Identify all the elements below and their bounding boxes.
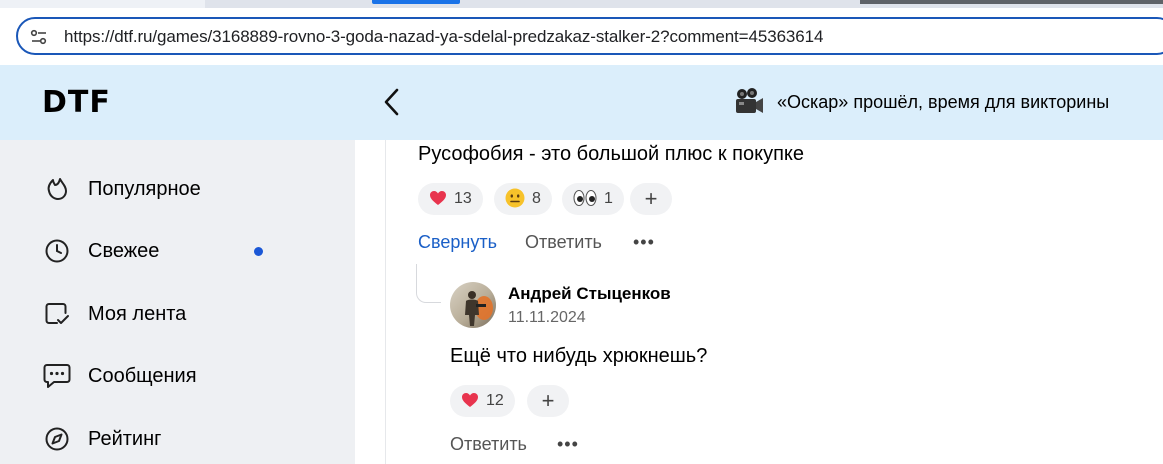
reaction-eyes[interactable]: 1 <box>562 183 624 215</box>
comment-text: Русофобия - это большой плюс к покупке <box>418 143 804 165</box>
browser-tab[interactable] <box>0 0 205 8</box>
thread-divider <box>385 140 386 464</box>
thread-connector <box>416 264 441 303</box>
feed-check-icon <box>42 299 72 329</box>
reaction-heart[interactable]: 12 <box>450 385 515 417</box>
reaction-count: 12 <box>486 392 504 409</box>
sidebar-item-label: Сообщения <box>88 364 197 387</box>
movie-camera-icon <box>733 86 765 118</box>
heart-icon <box>461 392 479 411</box>
promo-text: «Оскар» прошёл, время для викторины <box>777 91 1110 112</box>
reaction-count: 1 <box>604 190 613 207</box>
neutral-face-icon <box>505 188 525 211</box>
clock-icon <box>42 236 72 266</box>
chevron-left-icon <box>384 88 399 116</box>
sidebar-item-popular[interactable]: Популярное <box>42 171 201 207</box>
reaction-count: 13 <box>454 190 472 207</box>
browser-tab[interactable] <box>860 0 1163 4</box>
flame-icon <box>42 174 72 204</box>
address-bar[interactable]: https://dtf.ru/games/3168889-rovno-3-god… <box>16 17 1163 55</box>
browser-tab-strip <box>0 0 1163 8</box>
more-options-button[interactable]: ••• <box>557 434 579 455</box>
sidebar-item-rating[interactable]: Рейтинг <box>42 421 161 457</box>
sidebar-item-label: Рейтинг <box>88 427 162 450</box>
add-reaction-button[interactable]: + <box>527 385 569 417</box>
site-logo[interactable]: DTF <box>42 85 111 120</box>
active-tab-indicator <box>372 0 460 4</box>
address-url[interactable]: https://dtf.ru/games/3168889-rovno-3-god… <box>64 27 823 47</box>
reaction-count: 8 <box>532 190 541 207</box>
sidebar-item-label: Популярное <box>88 177 201 200</box>
eyes-icon <box>573 189 597 210</box>
new-content-dot <box>254 247 263 256</box>
heart-icon <box>429 190 447 209</box>
sidebar-item-messages[interactable]: Сообщения <box>42 358 197 394</box>
comment-date[interactable]: 11.11.2024 <box>508 309 586 327</box>
reply-button[interactable]: Ответить <box>450 434 527 455</box>
reply-text: Ещё что нибудь хрюкнешь? <box>450 345 708 367</box>
site-header: DTF «Оскар» прошёл, время для викторины <box>0 65 1163 140</box>
comment-author[interactable]: Андрей Стыценков <box>508 284 671 304</box>
sidebar-item-label: Свежее <box>88 239 160 262</box>
reply-button[interactable]: Ответить <box>525 232 602 253</box>
add-reaction-button[interactable]: + <box>630 183 672 215</box>
sidebar: Популярное Свежее Моя лента Сообщения Ре… <box>0 140 355 464</box>
reaction-heart[interactable]: 13 <box>418 183 483 215</box>
compass-icon <box>42 424 72 454</box>
sidebar-item-fresh[interactable]: Свежее <box>42 233 159 269</box>
sidebar-item-label: Моя лента <box>88 302 187 325</box>
chat-bubble-icon <box>42 361 72 391</box>
promo-link[interactable]: «Оскар» прошёл, время для викторины <box>733 85 1109 119</box>
back-button[interactable] <box>378 85 408 119</box>
more-options-button[interactable]: ••• <box>633 232 655 253</box>
collapse-button[interactable]: Свернуть <box>418 232 497 253</box>
browser-toolbar: https://dtf.ru/games/3168889-rovno-3-god… <box>0 8 1163 65</box>
tune-icon[interactable] <box>30 28 48 46</box>
avatar[interactable] <box>450 282 496 328</box>
sidebar-item-my-feed[interactable]: Моя лента <box>42 296 186 332</box>
reaction-neutral[interactable]: 8 <box>494 183 552 215</box>
